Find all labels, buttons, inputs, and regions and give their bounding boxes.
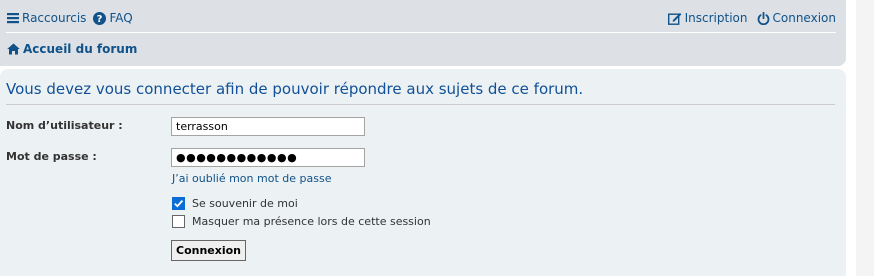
hide-presence-row: Masquer ma présence lors de cette sessio…: [172, 215, 431, 228]
navbar-right-links: Inscription Connexion: [659, 11, 836, 25]
login-link[interactable]: Connexion: [757, 11, 837, 25]
register-link[interactable]: Inscription: [667, 11, 748, 25]
panel-divider: [6, 104, 835, 105]
remember-me-checkbox[interactable]: [172, 197, 185, 210]
navbar: Raccourcis ? FAQ Inscription Connexion A…: [0, 0, 846, 66]
navbar-top-row: Raccourcis ? FAQ Inscription Connexion: [0, 6, 836, 30]
checkmark-icon: [174, 200, 184, 208]
navbar-left-links: Raccourcis ? FAQ: [0, 11, 140, 25]
power-icon: [757, 11, 770, 25]
forgot-password-link[interactable]: J’ai oublié mon mot de passe: [172, 172, 331, 185]
register-label: Inscription: [684, 11, 748, 25]
username-label: Nom d’utilisateur :: [6, 119, 123, 132]
password-label: Mot de passe :: [6, 150, 97, 163]
password-field[interactable]: ●●●●●●●●●●●●: [171, 148, 365, 167]
shortcuts-label: Raccourcis: [22, 11, 87, 25]
login-panel: Vous devez vous connecter afin de pouvoi…: [0, 69, 846, 276]
navbar-divider: [6, 32, 836, 33]
bars-icon: [7, 12, 19, 24]
faq-link[interactable]: ? FAQ: [93, 11, 133, 25]
breadcrumb-label: Accueil du forum: [23, 42, 138, 56]
home-icon: [7, 43, 20, 55]
remember-me-label: Se souvenir de moi: [192, 197, 298, 210]
svg-text:?: ?: [97, 14, 103, 25]
breadcrumb: Accueil du forum: [7, 38, 137, 60]
edit-icon: [667, 12, 682, 25]
username-field[interactable]: terrasson: [171, 117, 365, 136]
login-message: Vous devez vous connecter afin de pouvoi…: [6, 80, 584, 98]
breadcrumb-forum-home[interactable]: Accueil du forum: [7, 42, 137, 56]
login-submit-button[interactable]: Connexion: [171, 240, 247, 261]
hide-presence-checkbox[interactable]: [172, 215, 185, 228]
question-circle-icon: ?: [93, 11, 107, 25]
login-label: Connexion: [772, 11, 837, 25]
shortcuts-link[interactable]: Raccourcis: [7, 11, 86, 25]
remember-me-row: Se souvenir de moi: [172, 197, 298, 210]
faq-label: FAQ: [109, 11, 133, 25]
page-edge: [856, 0, 874, 276]
hide-presence-label: Masquer ma présence lors de cette sessio…: [192, 215, 431, 228]
